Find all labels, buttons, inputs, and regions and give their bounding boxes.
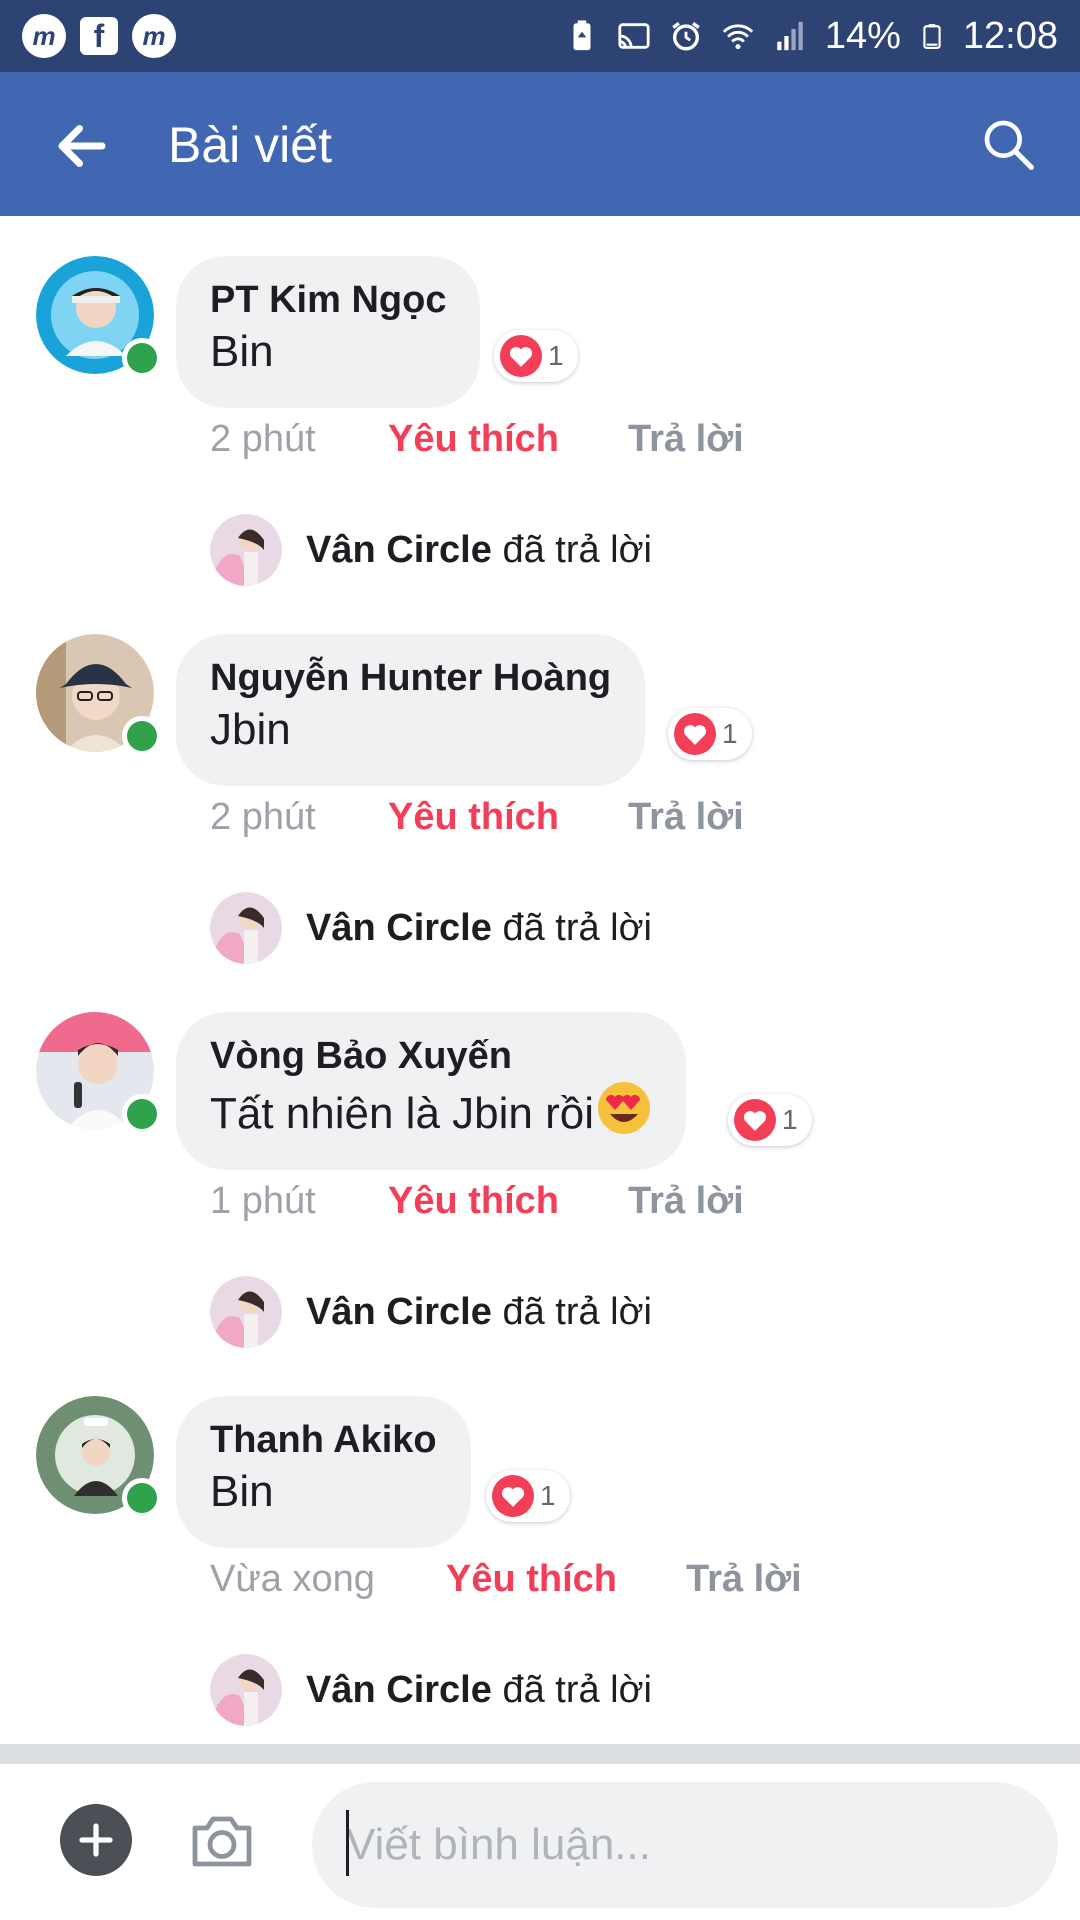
reaction-badge[interactable]: 1 bbox=[728, 1094, 812, 1146]
avatar bbox=[210, 1276, 282, 1348]
camera-icon[interactable] bbox=[186, 1804, 258, 1876]
comment-bubble[interactable]: PT Kim Ngọc Bin bbox=[176, 256, 481, 408]
comment-bubble[interactable]: Vòng Bảo Xuyến Tất nhiên là Jbin rồi bbox=[176, 1012, 686, 1170]
reaction-count: 1 bbox=[722, 718, 738, 749]
comment-bubble[interactable]: Nguyễn Hunter Hoàng Jbin bbox=[176, 634, 646, 786]
heart-reaction-icon bbox=[674, 713, 716, 755]
comment-text: Bin bbox=[210, 327, 274, 376]
reaction-count: 1 bbox=[540, 1480, 556, 1511]
replies-link[interactable]: Vân Circle đã trả lời bbox=[210, 892, 652, 964]
heart-eyes-emoji bbox=[596, 1080, 652, 1150]
comment-text-line: Tất nhiên là Jbin rồi bbox=[210, 1080, 652, 1150]
reaction-badge[interactable]: 1 bbox=[486, 1470, 570, 1522]
battery-icon bbox=[923, 24, 941, 49]
status-bar: m f m 14% 12:08 bbox=[0, 0, 1080, 72]
battery-saver-icon bbox=[573, 20, 591, 51]
app-bar: Bài viết bbox=[0, 72, 1080, 216]
plus-icon[interactable] bbox=[60, 1804, 132, 1876]
reply-button[interactable]: Trả lời bbox=[628, 796, 744, 839]
reply-author: Vân Circle bbox=[306, 906, 492, 949]
like-button[interactable]: Yêu thích bbox=[388, 1180, 628, 1223]
comment-author[interactable]: PT Kim Ngọc bbox=[210, 278, 446, 322]
online-status-dot bbox=[122, 716, 162, 756]
comment-author[interactable]: Thanh Akiko bbox=[210, 1418, 437, 1462]
reaction-count: 1 bbox=[782, 1104, 798, 1135]
messenger-lite-icon: m bbox=[132, 14, 176, 58]
status-bar-system: 14% 12:08 bbox=[565, 12, 1058, 60]
comment-composer bbox=[0, 1764, 1080, 1920]
online-status-dot bbox=[122, 338, 162, 378]
avatar bbox=[210, 1654, 282, 1726]
comment-time: 2 phút bbox=[210, 418, 316, 460]
reaction-badge[interactable]: 1 bbox=[494, 330, 578, 382]
text-cursor bbox=[346, 1810, 349, 1876]
comment-author[interactable]: Vòng Bảo Xuyến bbox=[210, 1034, 652, 1078]
heart-reaction-icon bbox=[734, 1099, 776, 1141]
battery-percent: 14% bbox=[824, 14, 901, 57]
comment-bubble[interactable]: Thanh Akiko Bin bbox=[176, 1396, 471, 1548]
comment-actions: Vừa xong Yêu thích Trả lời bbox=[210, 1558, 802, 1601]
wifi-icon bbox=[722, 24, 754, 50]
comment-actions: 2 phút Yêu thích Trả lời bbox=[210, 796, 744, 839]
heart-reaction-icon bbox=[500, 335, 542, 377]
comment-actions: 1 phút Yêu thích Trả lời bbox=[210, 1180, 744, 1223]
status-bar-notifications: m f m bbox=[22, 14, 176, 58]
page-title: Bài viết bbox=[168, 117, 332, 173]
comment-text: Tất nhiên là Jbin rồi bbox=[210, 1089, 594, 1138]
like-button[interactable]: Yêu thích bbox=[388, 796, 628, 839]
comment-time: 1 phút bbox=[210, 1180, 316, 1222]
avatar bbox=[210, 514, 282, 586]
comment-text: Jbin bbox=[210, 705, 291, 754]
reply-summary: Vân Circle đã trả lời bbox=[306, 529, 652, 572]
online-status-dot bbox=[122, 1094, 162, 1134]
clock: 12:08 bbox=[962, 14, 1058, 57]
reply-summary: Vân Circle đã trả lời bbox=[306, 1291, 652, 1334]
avatar bbox=[210, 892, 282, 964]
reply-button[interactable]: Trả lời bbox=[628, 418, 744, 461]
like-button[interactable]: Yêu thích bbox=[388, 418, 628, 461]
comment-text: Bin bbox=[210, 1467, 274, 1516]
cast-icon bbox=[618, 23, 650, 49]
signal-icon bbox=[777, 21, 803, 51]
reply-suffix: đã trả lời bbox=[502, 906, 652, 949]
online-status-dot bbox=[122, 1478, 162, 1518]
replies-link[interactable]: Vân Circle đã trả lời bbox=[210, 1276, 652, 1348]
composer-divider bbox=[0, 1744, 1080, 1764]
like-button[interactable]: Yêu thích bbox=[446, 1558, 686, 1601]
messenger-icon: m bbox=[22, 14, 66, 58]
facebook-icon: f bbox=[80, 17, 118, 55]
reply-suffix: đã trả lời bbox=[502, 1668, 652, 1711]
reply-suffix: đã trả lời bbox=[502, 1290, 652, 1333]
reaction-badge[interactable]: 1 bbox=[668, 708, 752, 760]
replies-link[interactable]: Vân Circle đã trả lời bbox=[210, 514, 652, 586]
comment-author[interactable]: Nguyễn Hunter Hoàng bbox=[210, 656, 611, 700]
comment-time: Vừa xong bbox=[210, 1558, 375, 1600]
reply-author: Vân Circle bbox=[306, 1668, 492, 1711]
reply-summary: Vân Circle đã trả lời bbox=[306, 1669, 652, 1712]
reply-author: Vân Circle bbox=[306, 528, 492, 571]
comment-actions: 2 phút Yêu thích Trả lời bbox=[210, 418, 744, 461]
reply-button[interactable]: Trả lời bbox=[686, 1558, 802, 1601]
reaction-count: 1 bbox=[548, 340, 564, 371]
reply-author: Vân Circle bbox=[306, 1290, 492, 1333]
comment-input[interactable] bbox=[312, 1782, 1058, 1908]
reply-summary: Vân Circle đã trả lời bbox=[306, 907, 652, 950]
reply-suffix: đã trả lời bbox=[502, 528, 652, 571]
alarm-icon bbox=[672, 21, 700, 51]
comment-time: 2 phút bbox=[210, 796, 316, 838]
reply-button[interactable]: Trả lời bbox=[628, 1180, 744, 1223]
heart-reaction-icon bbox=[492, 1475, 534, 1517]
back-arrow-icon[interactable] bbox=[52, 116, 112, 176]
search-icon[interactable] bbox=[980, 116, 1036, 172]
replies-link[interactable]: Vân Circle đã trả lời bbox=[210, 1654, 652, 1726]
